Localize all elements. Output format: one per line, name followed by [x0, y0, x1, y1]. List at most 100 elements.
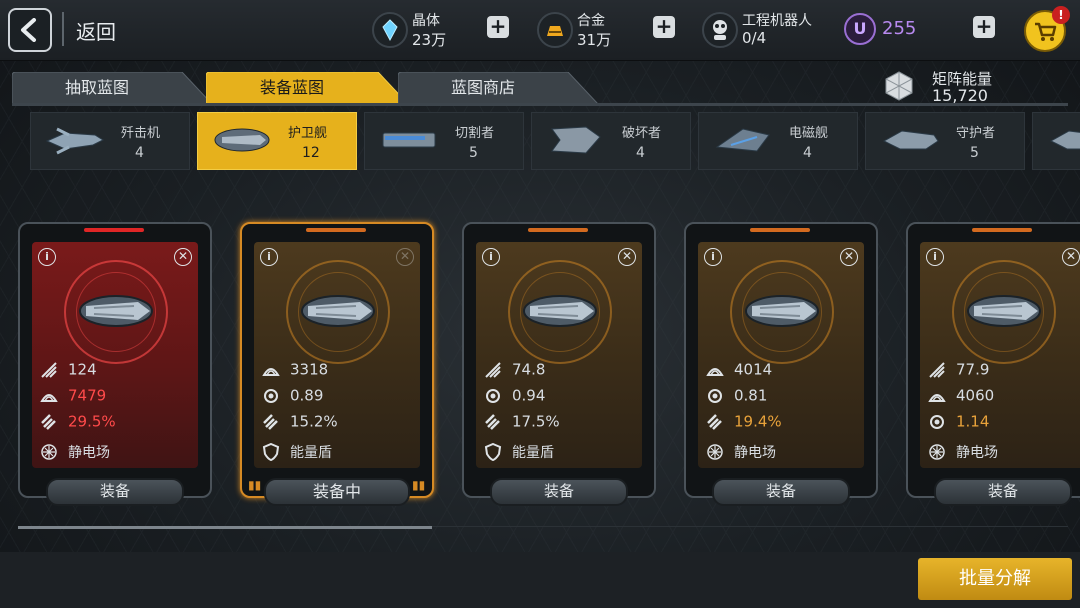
close-icon[interactable]: ✕ [840, 248, 858, 266]
ship-class-count: 5 [469, 145, 478, 161]
stat-row: 17.5% [484, 412, 560, 432]
equip-button[interactable]: 装备中 [264, 478, 410, 506]
frigate-ship-icon [967, 295, 1041, 327]
tab-underline [12, 103, 1068, 106]
ship-class-cutter[interactable]: 切割者 5 [364, 112, 524, 170]
card-panel: i ✕ 124 7479 29.5% 静电场 [32, 242, 198, 468]
guardian-ship-icon [882, 130, 939, 150]
card-panel: i ✕ 3318 0.89 15.2% 能量盾 [254, 242, 420, 468]
ship-class-count: 12 [302, 145, 320, 161]
ship-icon [1049, 130, 1080, 150]
missile-icon [485, 413, 500, 430]
frigate-ship-icon [301, 295, 375, 327]
blueprint-card[interactable]: i ✕ 77.9 4060 1.14 静电场 装备 [906, 222, 1080, 506]
ship-class-fighter[interactable]: 歼击机 4 [30, 112, 190, 170]
divider [62, 12, 64, 46]
ship-class-name: 歼击机 [121, 126, 161, 141]
ship-class-emp[interactable]: 电磁舰 4 [698, 112, 858, 170]
equip-button[interactable]: 装备 [490, 478, 628, 506]
tab-equip-blueprint[interactable]: 装备蓝图 [206, 72, 408, 104]
robot-icon [702, 12, 738, 48]
horizontal-scrollbar[interactable] [18, 526, 432, 529]
card-frame: i ✕ 124 7479 29.5% 静电场 [18, 222, 212, 498]
tab-label: 抽取蓝图 [64, 78, 129, 97]
stat-value: 1.14 [956, 412, 990, 431]
resource-name: 合金 [577, 13, 605, 29]
ship-class-count: 4 [803, 145, 812, 161]
resource-value: 0/4 [742, 29, 767, 47]
card-top-light [306, 228, 366, 232]
stat-value: 0.94 [512, 386, 546, 405]
stat-row: 77.9 [928, 360, 989, 380]
static-field-icon [707, 444, 723, 460]
add-premium-button[interactable]: + [973, 16, 995, 38]
stat-value: 77.9 [956, 360, 990, 379]
add-crystal-button[interactable]: + [487, 16, 509, 38]
frigate-ship-icon [523, 295, 597, 327]
ship-class-count: 5 [970, 145, 979, 161]
close-icon[interactable]: ✕ [396, 248, 414, 266]
resource-value: 31万 [577, 31, 612, 49]
ship-class-name: 护卫舰 [288, 126, 328, 141]
info-icon[interactable]: i [482, 248, 500, 266]
blueprint-card[interactable]: i ✕ 3318 0.89 15.2% 能量盾 ▮▮ ▮▮ 装备中 [240, 222, 434, 506]
tab-label: 蓝图商店 [450, 78, 515, 97]
static-field-icon [41, 444, 57, 460]
blueprint-card[interactable]: i ✕ 74.8 0.94 17.5% 能量盾 装备 [462, 222, 656, 506]
stat-row: 19.4% [706, 412, 782, 432]
ship-class-destroyer[interactable]: 破坏者 4 [531, 112, 691, 170]
stat-row: 7479 [40, 386, 106, 406]
card-panel: i ✕ 77.9 4060 1.14 静电场 [920, 242, 1080, 468]
premium-currency-value: 255 [882, 18, 917, 39]
ship-class-name: 电磁舰 [789, 126, 829, 141]
stat-row: 15.2% [262, 412, 338, 432]
stat-value: 能量盾 [512, 445, 554, 461]
stat-row: 3318 [262, 360, 328, 380]
stat-value: 0.81 [734, 386, 768, 405]
card-top-light [84, 228, 144, 232]
cutter-ship-icon [382, 132, 436, 148]
blueprint-card[interactable]: i ✕ 4014 0.81 19.4% 静电场 装备 [684, 222, 878, 506]
close-icon[interactable]: ✕ [1062, 248, 1080, 266]
stat-value: 静电场 [956, 445, 998, 461]
info-icon[interactable]: i [704, 248, 722, 266]
stat-value: 3318 [290, 360, 329, 379]
crystal-icon [372, 12, 408, 48]
shield-icon [484, 443, 502, 461]
stat-value: 15.2% [290, 412, 338, 431]
batch-dismantle-button[interactable]: 批量分解 [918, 558, 1072, 600]
close-icon[interactable]: ✕ [618, 248, 636, 266]
close-icon[interactable]: ✕ [174, 248, 192, 266]
missile-icon [707, 413, 722, 430]
ship-class-guardian[interactable]: 守护者 5 [865, 112, 1025, 170]
equip-button[interactable]: 装备 [934, 478, 1072, 506]
add-alloy-button[interactable]: + [653, 16, 675, 38]
equip-button[interactable]: 装备 [46, 478, 184, 506]
back-button[interactable] [8, 8, 52, 52]
stat-row: 1.14 [928, 412, 989, 432]
frigate-ship-icon [79, 295, 153, 327]
info-icon[interactable]: i [260, 248, 278, 266]
armor-icon [262, 367, 280, 376]
attack-icon [485, 361, 501, 378]
ship-class-frigate[interactable]: 护卫舰 12 [197, 112, 357, 170]
blueprint-card[interactable]: i ✕ 124 7479 29.5% 静电场 装备 [18, 222, 212, 506]
back-label[interactable]: 返回 [76, 16, 116, 45]
equip-button[interactable]: 装备 [712, 478, 850, 506]
card-frame: i ✕ 77.9 4060 1.14 静电场 [906, 222, 1080, 498]
info-icon[interactable]: i [926, 248, 944, 266]
ship-class-more[interactable] [1032, 112, 1080, 170]
info-icon[interactable]: i [38, 248, 56, 266]
armor-icon [706, 367, 724, 376]
equipped-marker: ▮▮ [412, 478, 426, 492]
gear-icon [930, 414, 944, 429]
tab-draw-blueprint[interactable]: 抽取蓝图 [12, 72, 212, 104]
tab-blueprint-shop[interactable]: 蓝图商店 [398, 72, 598, 104]
equipped-marker: ▮▮ [248, 478, 262, 492]
stat-row: 能量盾 [262, 442, 332, 462]
stat-value: 静电场 [734, 445, 776, 461]
stat-value: 7479 [68, 386, 107, 405]
card-top-light [972, 228, 1032, 232]
stat-value: 74.8 [512, 360, 546, 379]
attack-icon [41, 361, 57, 378]
